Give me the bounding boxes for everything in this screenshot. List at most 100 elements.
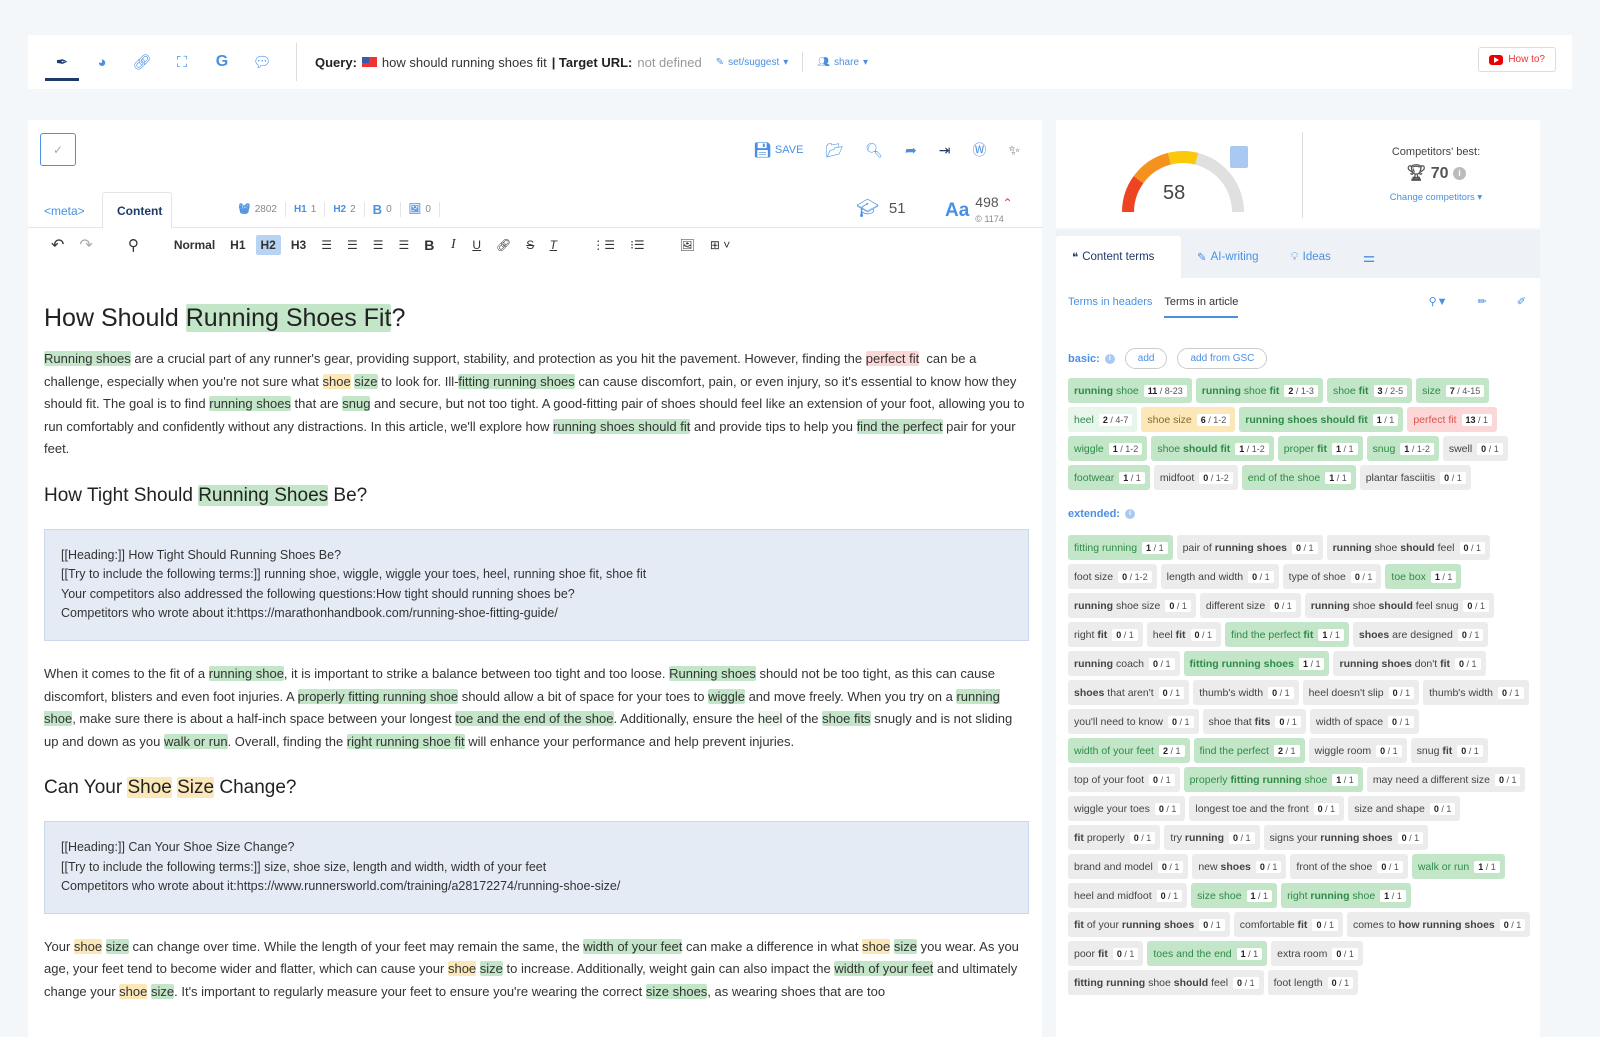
chat-icon[interactable]: 💬︎ bbox=[242, 35, 282, 89]
term-chip[interactable]: width of your feet 2 / 1 bbox=[1068, 738, 1190, 763]
add-from-gsc-button[interactable]: add from GSC bbox=[1177, 348, 1268, 369]
term-chip[interactable]: running shoe 11 / 8-23 bbox=[1068, 378, 1192, 403]
term-chip[interactable]: type of shoe 0 / 1 bbox=[1282, 564, 1382, 589]
insert-image-button[interactable]: 🖼︎ bbox=[675, 235, 700, 255]
align-center-button[interactable]: ☰ bbox=[342, 235, 363, 255]
underline-button[interactable]: U bbox=[467, 235, 486, 255]
term-chip[interactable]: width of space 0 / 1 bbox=[1309, 709, 1419, 734]
how-to-button[interactable]: How to? bbox=[1478, 47, 1556, 72]
bold-button[interactable]: B bbox=[419, 234, 439, 256]
term-chip[interactable]: heel 2 / 4-7 bbox=[1068, 407, 1138, 432]
align-left-button[interactable]: ☰ bbox=[316, 235, 337, 255]
folder-open-icon[interactable]: 📂︎ bbox=[825, 142, 843, 159]
tab-meta[interactable]: <meta> bbox=[30, 192, 99, 229]
google-icon[interactable]: G bbox=[202, 35, 242, 89]
term-chip[interactable]: running shoe should feel 0 / 1 bbox=[1326, 535, 1491, 560]
term-chip[interactable]: try running 0 / 1 bbox=[1164, 825, 1260, 850]
term-chip[interactable]: swell 0 / 1 bbox=[1442, 436, 1508, 461]
term-chip[interactable]: heel and midfoot 0 / 1 bbox=[1068, 883, 1188, 908]
tab-content[interactable]: Content bbox=[102, 192, 172, 229]
highlighter-icon[interactable]: ✏ bbox=[1478, 295, 1487, 308]
term-chip[interactable]: snug fit 0 / 1 bbox=[1410, 738, 1488, 763]
term-chip[interactable]: shoe should fit 1 / 1-2 bbox=[1151, 436, 1274, 461]
term-chip[interactable]: shoes are designed 0 / 1 bbox=[1352, 622, 1489, 647]
term-chip[interactable]: running shoes should fit 1 / 1 bbox=[1239, 407, 1404, 432]
term-chip[interactable]: longest toe and the front 0 / 1 bbox=[1189, 796, 1345, 821]
term-chip[interactable]: top of your foot 0 / 1 bbox=[1068, 767, 1180, 792]
term-chip[interactable]: size and shape 0 / 1 bbox=[1348, 796, 1461, 821]
h1-button[interactable]: H1 bbox=[225, 235, 250, 255]
term-chip[interactable]: foot size 0 / 1-2 bbox=[1068, 564, 1157, 589]
term-chip[interactable]: brand and model 0 / 1 bbox=[1068, 854, 1189, 879]
term-chip[interactable]: you'll need to know 0 / 1 bbox=[1068, 709, 1199, 734]
term-chip[interactable]: fitting running shoes 1 / 1 bbox=[1183, 651, 1330, 676]
term-chip[interactable]: right fit 0 / 1 bbox=[1068, 622, 1143, 647]
term-chip[interactable]: end of the shoe 1 / 1 bbox=[1241, 465, 1356, 490]
term-chip[interactable]: heel doesn't slip 0 / 1 bbox=[1302, 680, 1420, 705]
check-button[interactable]: ✓ bbox=[40, 133, 76, 166]
info-icon[interactable]: i bbox=[1124, 509, 1135, 519]
term-chip[interactable]: running shoe should feel snug 0 / 1 bbox=[1304, 593, 1494, 618]
term-chip[interactable]: fitting running 1 / 1 bbox=[1068, 535, 1173, 560]
file-search-icon[interactable]: 🔍︎ bbox=[865, 142, 883, 159]
link-button[interactable]: 🔗︎ bbox=[491, 235, 516, 255]
clear-format-button[interactable]: T bbox=[544, 235, 562, 255]
ordered-list-button[interactable]: ⋮☰ bbox=[587, 235, 620, 255]
change-competitors-button[interactable]: Change competitors ▾ bbox=[1356, 192, 1516, 203]
term-chip[interactable]: different size 0 / 1 bbox=[1199, 593, 1301, 618]
term-chip[interactable]: wiggle 1 / 1-2 bbox=[1068, 436, 1148, 461]
info-icon[interactable]: i bbox=[1104, 353, 1115, 364]
tab-ai-writing[interactable]: ✎ AI-writing bbox=[1181, 236, 1275, 278]
term-chip[interactable]: footwear 1 / 1 bbox=[1068, 465, 1150, 490]
term-chip[interactable]: signs your running shoes 0 / 1 bbox=[1263, 825, 1429, 850]
save-button[interactable]: 💾︎ SAVE bbox=[753, 141, 804, 159]
subtab-terms-in-headers[interactable]: Terms in headers bbox=[1068, 296, 1152, 318]
term-chip[interactable]: find the perfect fit 1 / 1 bbox=[1225, 622, 1349, 647]
term-chip[interactable]: perfect fit 13 / 1 bbox=[1407, 407, 1498, 432]
file-export-icon[interactable]: ➦ bbox=[905, 142, 917, 159]
align-right-button[interactable]: ☰ bbox=[368, 235, 389, 255]
term-chip[interactable]: walk or run 1 / 1 bbox=[1411, 854, 1505, 879]
term-chip[interactable]: plantar fasciitis 0 / 1 bbox=[1359, 465, 1471, 490]
term-chip[interactable]: wiggle room 0 / 1 bbox=[1308, 738, 1407, 763]
term-chip[interactable]: size shoe 1 / 1 bbox=[1191, 883, 1278, 908]
link-icon[interactable]: 🔗︎ bbox=[122, 35, 162, 89]
term-chip[interactable]: heel fit 0 / 1 bbox=[1146, 622, 1222, 647]
term-chip[interactable]: proper fit 1 / 1 bbox=[1277, 436, 1363, 461]
add-term-button[interactable]: add bbox=[1124, 348, 1168, 369]
subtab-terms-in-article[interactable]: Terms in article bbox=[1164, 296, 1239, 318]
term-chip[interactable]: pair of running shoes 0 / 1 bbox=[1176, 535, 1323, 560]
term-chip[interactable]: right running shoe 1 / 1 bbox=[1281, 883, 1411, 908]
wordpress-icon[interactable]: Ⓦ bbox=[972, 140, 986, 160]
term-chip[interactable]: shoe that fits 0 / 1 bbox=[1202, 709, 1306, 734]
term-chip[interactable]: fit properly 0 / 1 bbox=[1068, 825, 1161, 850]
info-icon[interactable]: i bbox=[1453, 167, 1466, 181]
term-chip[interactable]: front of the shoe 0 / 1 bbox=[1290, 854, 1408, 879]
term-chip[interactable]: fit of your running shoes 0 / 1 bbox=[1068, 912, 1230, 937]
normal-style-button[interactable]: Normal bbox=[169, 235, 220, 255]
term-chip[interactable]: extra room 0 / 1 bbox=[1271, 941, 1363, 966]
file-import-icon[interactable]: ⇥ bbox=[939, 142, 951, 159]
term-chip[interactable]: running shoe size 0 / 1 bbox=[1068, 593, 1196, 618]
h3-button[interactable]: H3 bbox=[286, 235, 311, 255]
term-chip[interactable]: shoes that aren't 0 / 1 bbox=[1068, 680, 1190, 705]
term-chip[interactable]: may need a different size 0 / 1 bbox=[1366, 767, 1526, 792]
term-chip[interactable]: shoe size 6 / 1-2 bbox=[1141, 407, 1236, 432]
sitemap-icon[interactable]: ⛶ bbox=[162, 35, 202, 89]
term-chip[interactable]: toes and the end 1 / 1 bbox=[1147, 941, 1268, 966]
tab-ideas[interactable]: 💡︎ Ideas bbox=[1275, 236, 1347, 278]
term-chip[interactable]: length and width 0 / 1 bbox=[1160, 564, 1279, 589]
settings-sliders-icon[interactable]: ⚌ bbox=[1347, 236, 1392, 278]
strikethrough-button[interactable]: S bbox=[521, 235, 539, 255]
term-chip[interactable]: snug 1 / 1-2 bbox=[1366, 436, 1439, 461]
clipboard-checklist-icon[interactable] bbox=[1230, 146, 1248, 168]
term-chip[interactable]: find the perfect 2 / 1 bbox=[1193, 738, 1305, 763]
term-chip[interactable]: toe box 1 / 1 bbox=[1385, 564, 1462, 589]
italic-button[interactable]: I bbox=[444, 234, 462, 256]
share-button[interactable]: 👥︎ share ▾ bbox=[817, 57, 868, 68]
term-chip[interactable]: thumb's width 0 / 1 bbox=[1423, 680, 1529, 705]
term-chip[interactable]: wiggle your toes 0 / 1 bbox=[1068, 796, 1186, 821]
term-chip[interactable]: running coach 0 / 1 bbox=[1068, 651, 1180, 676]
article-body[interactable]: How Should Running Shoes Fit? Running sh… bbox=[44, 280, 1029, 1024]
feather-icon[interactable]: ✒ bbox=[42, 35, 82, 89]
